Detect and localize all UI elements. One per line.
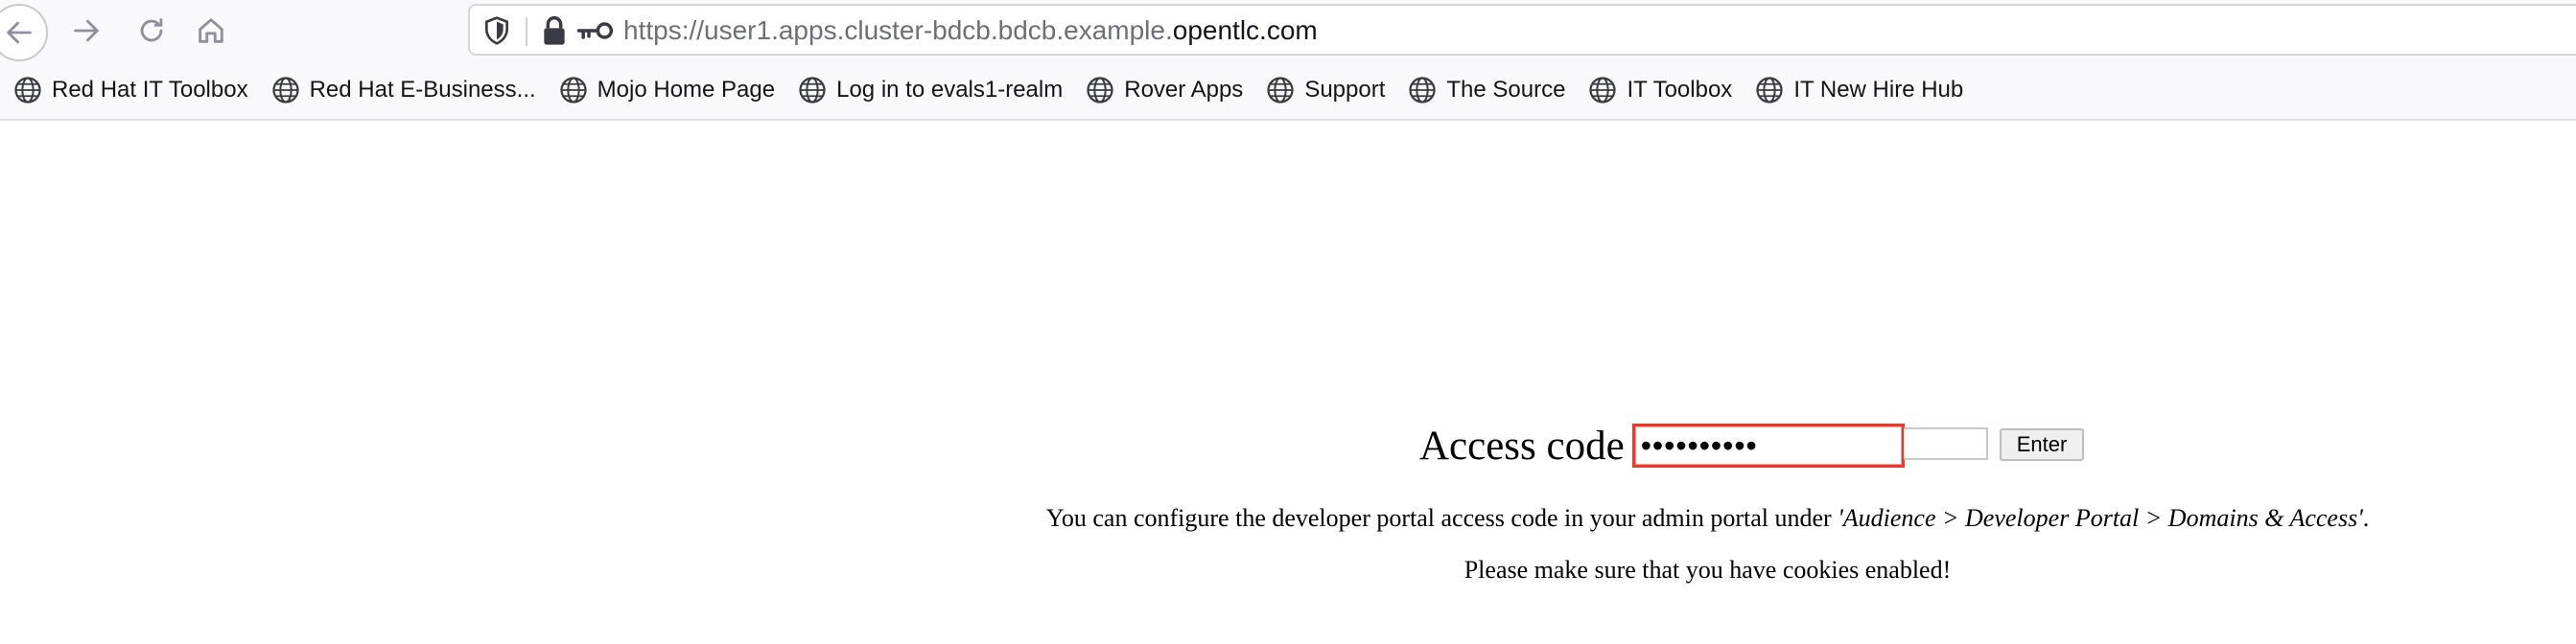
key-icon[interactable] — [575, 17, 616, 44]
bookmark-label: Rover Apps — [1124, 77, 1244, 103]
page-content: Access code Enter You can configure the … — [0, 121, 2576, 644]
bookmark-label: IT Toolbox — [1627, 77, 1733, 103]
arrow-left-icon — [7, 21, 32, 44]
home-icon — [199, 18, 223, 43]
bookmark-label: Log in to evals1-realm — [836, 77, 1064, 103]
browser-toolbar: https://user1.apps.cluster-bdcb.bdcb.exa… — [0, 0, 2576, 61]
globe-icon — [1409, 77, 1436, 104]
url-text[interactable]: https://user1.apps.cluster-bdcb.bdcb.exa… — [623, 15, 1318, 46]
back-button[interactable] — [0, 4, 48, 61]
bookmark-label: Red Hat E-Business... — [309, 77, 536, 103]
enter-button[interactable]: Enter — [1999, 428, 2085, 461]
url-prefix: https://user1.apps.cluster-bdcb.bdcb.exa… — [623, 15, 1173, 45]
bookmark-it-toolbox[interactable]: IT Toolbox — [1584, 68, 1742, 112]
globe-icon — [1267, 77, 1294, 104]
help-text-end: . — [2362, 504, 2370, 532]
bookmark-red-hat-it-toolbox[interactable]: Red Hat IT Toolbox — [10, 68, 258, 112]
globe-icon — [1756, 77, 1783, 104]
bookmark-label: Red Hat IT Toolbox — [52, 77, 248, 103]
bookmark-it-new-hire-hub[interactable]: IT New Hire Hub — [1751, 68, 1973, 112]
bookmark-label: The Source — [1446, 77, 1566, 103]
globe-icon — [1589, 77, 1617, 104]
bookmark-red-hat-e-business[interactable]: Red Hat E-Business... — [268, 68, 546, 112]
home-button[interactable] — [184, 4, 238, 58]
reload-button[interactable] — [125, 4, 178, 58]
bookmark-label: Mojo Home Page — [597, 77, 776, 103]
arrow-right-icon — [74, 19, 99, 42]
cookies-notice: Please make sure that you have cookies e… — [1464, 556, 1952, 584]
bookmark-log-in-evals1-realm[interactable]: Log in to evals1-realm — [794, 68, 1072, 112]
url-domain: opentlc.com — [1172, 15, 1318, 45]
url-separator — [526, 17, 527, 46]
url-bar[interactable]: https://user1.apps.cluster-bdcb.bdcb.exa… — [468, 4, 2576, 56]
help-text: You can configure the developer portal a… — [0, 504, 2576, 533]
bookmarks-bar: Red Hat IT Toolbox Red Hat E-Business...… — [0, 61, 2576, 121]
globe-icon — [560, 77, 587, 104]
bookmark-rover-apps[interactable]: Rover Apps — [1082, 68, 1253, 112]
shield-icon[interactable] — [481, 15, 512, 46]
forward-button[interactable] — [59, 4, 113, 58]
bookmark-label: IT New Hire Hub — [1793, 77, 1964, 103]
access-code-label: Access code — [1419, 423, 1625, 469]
globe-icon — [271, 77, 299, 104]
access-code-form: Access code Enter — [1419, 420, 2085, 472]
bookmark-label: Support — [1304, 77, 1386, 103]
bookmark-the-source[interactable]: The Source — [1404, 68, 1575, 112]
reload-icon — [140, 18, 163, 42]
help-text-path: 'Audience > Developer Portal > Domains &… — [1838, 504, 2363, 532]
globe-icon — [14, 77, 41, 104]
lock-icon[interactable] — [541, 15, 568, 46]
help-text-start: You can configure the developer portal a… — [1045, 504, 1838, 532]
globe-icon — [1087, 77, 1113, 104]
access-code-input-extension[interactable] — [1903, 427, 1988, 460]
access-code-input[interactable] — [1631, 424, 1905, 468]
globe-icon — [799, 77, 826, 104]
bookmark-mojo-home-page[interactable]: Mojo Home Page — [555, 68, 785, 112]
bookmark-support[interactable]: Support — [1262, 68, 1394, 112]
